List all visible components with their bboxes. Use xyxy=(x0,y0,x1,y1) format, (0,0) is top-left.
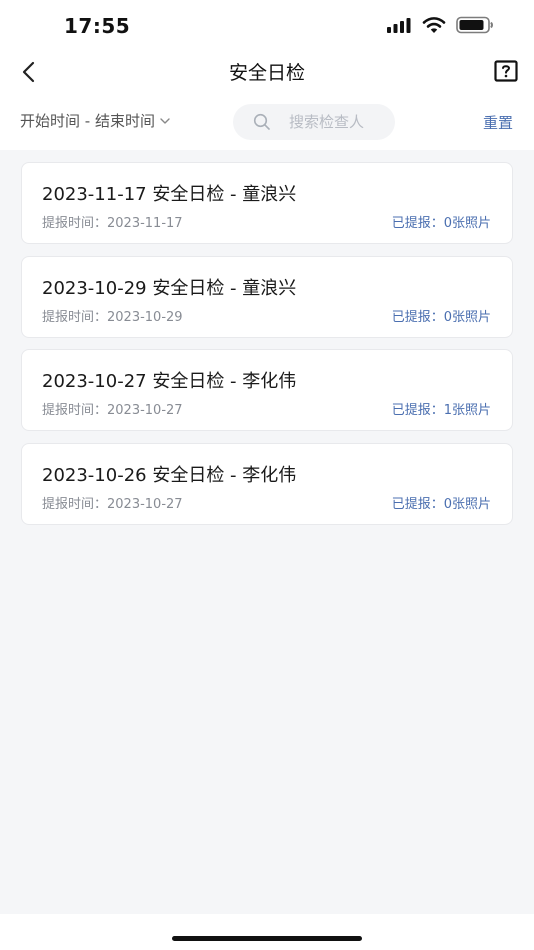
record-submit-time: 提报时间：2023-10-29 xyxy=(42,309,183,325)
search-box[interactable] xyxy=(233,104,395,140)
record-submit-time: 提报时间：2023-10-27 xyxy=(42,403,183,418)
header: 17:55 安全日检 开始时间 - 结束时间 搜索检查人 重置 xyxy=(0,0,534,150)
record-card[interactable]: 2023-10-29 安全日检 - 童浪兴 提报时间：2023-10-29 已提… xyxy=(21,255,513,338)
record-card[interactable]: 2023-11-17 安全日检 - 童浪兴 提报时间：2023-11-17 已提… xyxy=(21,162,513,244)
help-button[interactable] xyxy=(494,60,518,84)
filter-bar: 开始时间 - 结束时间 重置 xyxy=(0,100,534,144)
help-box-icon xyxy=(494,60,518,82)
page-title: 安全日检 xyxy=(228,62,305,84)
search-input[interactable] xyxy=(289,113,389,131)
record-card[interactable]: 2023-10-26 安全日检 - 李化伟 提报时间：2023-10-27 已提… xyxy=(21,442,513,525)
signal-icon xyxy=(387,18,411,33)
record-list: 2023-11-17 安全日检 - 童浪兴 提报时间：2023-11-17 已提… xyxy=(21,162,513,536)
home-indicator[interactable] xyxy=(172,936,362,941)
record-photo-count: 已提报：0张照片 xyxy=(391,309,491,325)
battery-icon xyxy=(456,16,493,34)
record-title: 2023-11-17 安全日检 - 童浪兴 xyxy=(42,184,297,205)
record-title: 2023-10-27 安全日检 - 李化伟 xyxy=(42,371,297,392)
date-range-label: 开始时间 - 结束时间 xyxy=(20,112,155,130)
reset-button[interactable]: 重置 xyxy=(483,112,513,133)
nav-bar: 安全日检 xyxy=(0,52,534,92)
record-submit-time: 提报时间：2023-10-27 xyxy=(42,496,183,512)
record-photo-count: 已提报：0张照片 xyxy=(391,496,491,512)
chevron-down-icon xyxy=(160,117,170,124)
date-range-picker[interactable]: 开始时间 - 结束时间 xyxy=(20,110,171,131)
status-time: 17:55 xyxy=(64,14,131,38)
record-title: 2023-10-26 安全日检 - 李化伟 xyxy=(42,464,297,486)
record-photo-count: 已提报：1张照片 xyxy=(391,403,491,418)
record-card[interactable]: 2023-10-27 安全日检 - 李化伟 提报时间：2023-10-27 已提… xyxy=(21,349,513,431)
record-submit-time: 提报时间：2023-11-17 xyxy=(42,216,183,231)
record-photo-count: 已提报：0张照片 xyxy=(391,216,491,231)
status-icons xyxy=(386,16,494,34)
search-icon xyxy=(253,113,270,130)
status-bar: 17:55 xyxy=(0,0,534,52)
wifi-icon xyxy=(422,17,446,33)
home-indicator-area xyxy=(0,914,534,950)
record-title: 2023-10-29 安全日检 - 童浪兴 xyxy=(42,277,297,299)
